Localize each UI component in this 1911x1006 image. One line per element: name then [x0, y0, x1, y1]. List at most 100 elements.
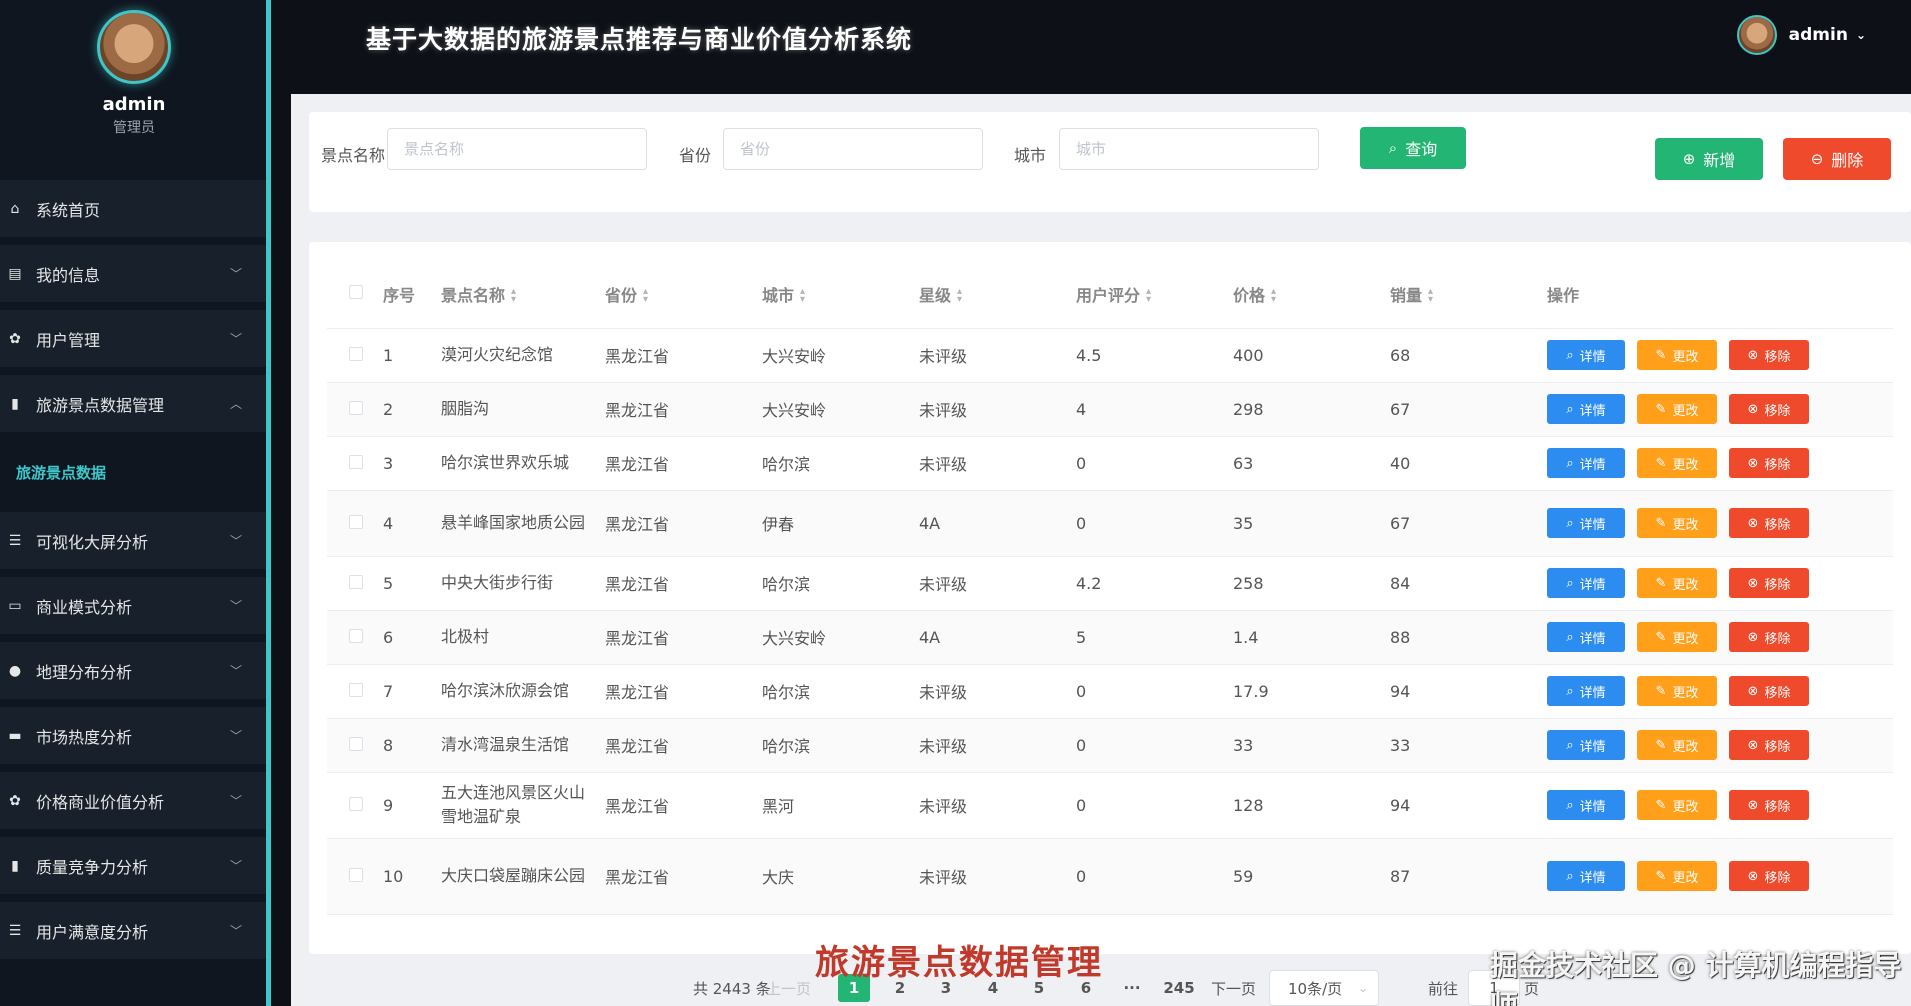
edit-button[interactable]: ✎ 更改: [1637, 508, 1717, 538]
remove-button[interactable]: ⊗ 移除: [1729, 790, 1809, 820]
remove-button[interactable]: ⊗ 移除: [1729, 448, 1809, 478]
sort-icon[interactable]: ▴ ▾: [1428, 287, 1433, 305]
select-all-checkbox[interactable]: [349, 285, 363, 300]
sidebar-item-home[interactable]: ⌂ 系统首页: [0, 180, 266, 237]
col-province[interactable]: 省份 ▴ ▾: [605, 260, 762, 329]
user-menu[interactable]: admin ⌄: [1736, 15, 1866, 55]
edit-button[interactable]: ✎ 更改: [1637, 861, 1717, 891]
detail-button[interactable]: ⌕ 详情: [1547, 448, 1625, 478]
row-checkbox[interactable]: [349, 400, 363, 415]
row-checkbox[interactable]: [349, 574, 363, 589]
col-city[interactable]: 城市 ▴ ▾: [762, 260, 919, 329]
remove-button[interactable]: ⊗ 移除: [1729, 568, 1809, 598]
row-checkbox[interactable]: [349, 346, 363, 361]
detail-button[interactable]: ⌕ 详情: [1547, 676, 1625, 706]
sidebar-item-attraction-data[interactable]: ▮ 旅游景点数据管理 ︿: [0, 375, 266, 432]
sort-icon[interactable]: ▴ ▾: [1146, 287, 1151, 305]
detail-button[interactable]: ⌕ 详情: [1547, 568, 1625, 598]
detail-button[interactable]: ⌕ 详情: [1547, 622, 1625, 652]
col-price[interactable]: 价格 ▴ ▾: [1233, 260, 1390, 329]
table-row[interactable]: 10 大庆口袋屋蹦床公园 黑龙江省 大庆 未评级 0 59 87 ⌕ 详情 ✎ 更改 ⊗ 移除: [327, 838, 1893, 915]
table-row[interactable]: 7 哈尔滨沐欣源会馆 黑龙江省 哈尔滨 未评级 0 17.9 94 ⌕ 详情 ✎ 更改 ⊗ 移除: [327, 664, 1893, 719]
table-row[interactable]: 3 哈尔滨世界欢乐城 黑龙江省 哈尔滨 未评级 0 63 40 ⌕ 详情 ✎ 更改 ⊗ 移除: [327, 436, 1893, 491]
chevron-down-icon: ﹀: [229, 332, 242, 346]
col-rating[interactable]: 用户评分 ▴ ▾: [1076, 260, 1233, 329]
prev-page-button[interactable]: 上一页: [766, 978, 811, 999]
edit-button[interactable]: ✎ 更改: [1637, 448, 1717, 478]
edit-button[interactable]: ✎ 更改: [1637, 622, 1717, 652]
next-page-button[interactable]: 下一页: [1211, 978, 1256, 999]
sidebar-subitem-attraction-data[interactable]: 旅游景点数据: [0, 440, 266, 504]
row-checkbox[interactable]: [349, 628, 363, 643]
page-size-select[interactable]: 10条/页 ⌄: [1269, 970, 1379, 1006]
row-checkbox[interactable]: [349, 796, 363, 811]
col-name[interactable]: 景点名称 ▴ ▾: [441, 260, 605, 329]
sidebar-item-my-info[interactable]: ▤ 我的信息 ﹀: [0, 245, 266, 302]
remove-button[interactable]: ⊗ 移除: [1729, 861, 1809, 891]
avatar[interactable]: [97, 10, 171, 84]
sidebar-item-business-model[interactable]: ▭ 商业模式分析 ﹀: [0, 577, 266, 634]
remove-button[interactable]: ⊗ 移除: [1729, 340, 1809, 370]
detail-button[interactable]: ⌕ 详情: [1547, 861, 1625, 891]
row-checkbox[interactable]: [349, 514, 363, 529]
row-checkbox[interactable]: [349, 682, 363, 697]
sort-icon[interactable]: ▴ ▾: [511, 287, 516, 305]
edit-button[interactable]: ✎ 更改: [1637, 790, 1717, 820]
sidebar-item-market[interactable]: ▬ 市场热度分析 ﹀: [0, 707, 266, 764]
detail-button[interactable]: ⌕ 详情: [1547, 340, 1625, 370]
sidebar-item-price[interactable]: ✿ 价格商业价值分析 ﹀: [0, 772, 266, 829]
sort-icon[interactable]: ▴ ▾: [643, 287, 648, 305]
edit-button[interactable]: ✎ 更改: [1637, 568, 1717, 598]
pencil-icon: ✎: [1655, 629, 1667, 645]
detail-button[interactable]: ⌕ 详情: [1547, 730, 1625, 760]
sort-icon[interactable]: ▴ ▾: [800, 287, 805, 305]
remove-button[interactable]: ⊗ 移除: [1729, 508, 1809, 538]
row-checkbox[interactable]: [349, 736, 363, 751]
province-search-input[interactable]: [723, 128, 983, 170]
sidebar-item-user-management[interactable]: ✿ 用户管理 ﹀: [0, 310, 266, 367]
table-row[interactable]: 6 北极村 黑龙江省 大兴安岭 4A 5 1.4 88 ⌕ 详情 ✎ 更改 ⊗ 移除: [327, 610, 1893, 665]
table-row[interactable]: 9 五大连池风景区火山雪地温矿泉 黑龙江省 黑河 未评级 0 128 94 ⌕ 详情 ✎ 更改 ⊗ 移除: [327, 772, 1893, 839]
detail-button[interactable]: ⌕ 详情: [1547, 790, 1625, 820]
row-checkbox[interactable]: [349, 454, 363, 469]
sidebar-item-label: 市场热度分析: [36, 727, 133, 747]
edit-button[interactable]: ✎ 更改: [1637, 394, 1717, 424]
remove-button[interactable]: ⊗ 移除: [1729, 622, 1809, 652]
detail-button[interactable]: ⌕ 详情: [1547, 508, 1625, 538]
remove-button[interactable]: ⊗ 移除: [1729, 394, 1809, 424]
table-row[interactable]: 8 清水湾温泉生活馆 黑龙江省 哈尔滨 未评级 0 33 33 ⌕ 详情 ✎ 更改 ⊗ 移除: [327, 718, 1893, 773]
more-pages-icon[interactable]: ···: [1116, 974, 1148, 1002]
pencil-icon: ✎: [1655, 683, 1667, 699]
sidebar-item-dashboard[interactable]: ☰ 可视化大屏分析 ﹀: [0, 512, 266, 569]
table-row[interactable]: 1 漠河火灾纪念馆 黑龙江省 大兴安岭 未评级 4.5 400 68 ⌕ 详情 ✎ 更改 ⊗ 移除: [327, 328, 1893, 383]
remove-button[interactable]: ⊗ 移除: [1729, 676, 1809, 706]
table-cell: 中央大街步行街: [441, 556, 605, 611]
col-sales[interactable]: 销量 ▴ ▾: [1390, 260, 1547, 329]
page-button[interactable]: 245: [1163, 974, 1195, 1002]
delete-button[interactable]: ⊖ 删除: [1783, 138, 1891, 180]
row-checkbox-cell: [327, 718, 383, 773]
city-search-input[interactable]: [1059, 128, 1319, 170]
avatar[interactable]: [1736, 15, 1777, 55]
col-star[interactable]: 星级 ▴ ▾: [919, 260, 1076, 329]
table-row[interactable]: 4 悬羊峰国家地质公园 黑龙江省 伊春 4A 0 35 67 ⌕ 详情 ✎ 更改 ⊗ 移除: [327, 490, 1893, 557]
table-row[interactable]: 2 胭脂沟 黑龙江省 大兴安岭 未评级 4 298 67 ⌕ 详情 ✎ 更改 ⊗ 移除: [327, 382, 1893, 437]
table-cell: 3: [383, 436, 441, 491]
name-search-input[interactable]: [387, 128, 647, 170]
sort-icon[interactable]: ▴ ▾: [1271, 287, 1276, 305]
sort-icon[interactable]: ▴ ▾: [957, 287, 962, 305]
row-checkbox[interactable]: [349, 867, 363, 882]
profile-panel: admin 管理员: [0, 0, 268, 165]
sidebar-item-geo[interactable]: ● 地理分布分析 ﹀: [0, 642, 266, 699]
remove-button[interactable]: ⊗ 移除: [1729, 730, 1809, 760]
add-button[interactable]: ⊕ 新增: [1655, 138, 1763, 180]
edit-button[interactable]: ✎ 更改: [1637, 730, 1717, 760]
detail-button[interactable]: ⌕ 详情: [1547, 394, 1625, 424]
query-button[interactable]: ⌕ 查询: [1360, 127, 1466, 169]
edit-button[interactable]: ✎ 更改: [1637, 676, 1717, 706]
table-row[interactable]: 5 中央大街步行街 黑龙江省 哈尔滨 未评级 4.2 258 84 ⌕ 详情 ✎ 更改 ⊗ 移除: [327, 556, 1893, 611]
table-cell: 400: [1233, 328, 1390, 383]
sidebar-item-quality[interactable]: ▮ 质量竞争力分析 ﹀: [0, 837, 266, 894]
sidebar-item-satisfaction[interactable]: ☰ 用户满意度分析 ﹀: [0, 902, 266, 959]
edit-button[interactable]: ✎ 更改: [1637, 340, 1717, 370]
